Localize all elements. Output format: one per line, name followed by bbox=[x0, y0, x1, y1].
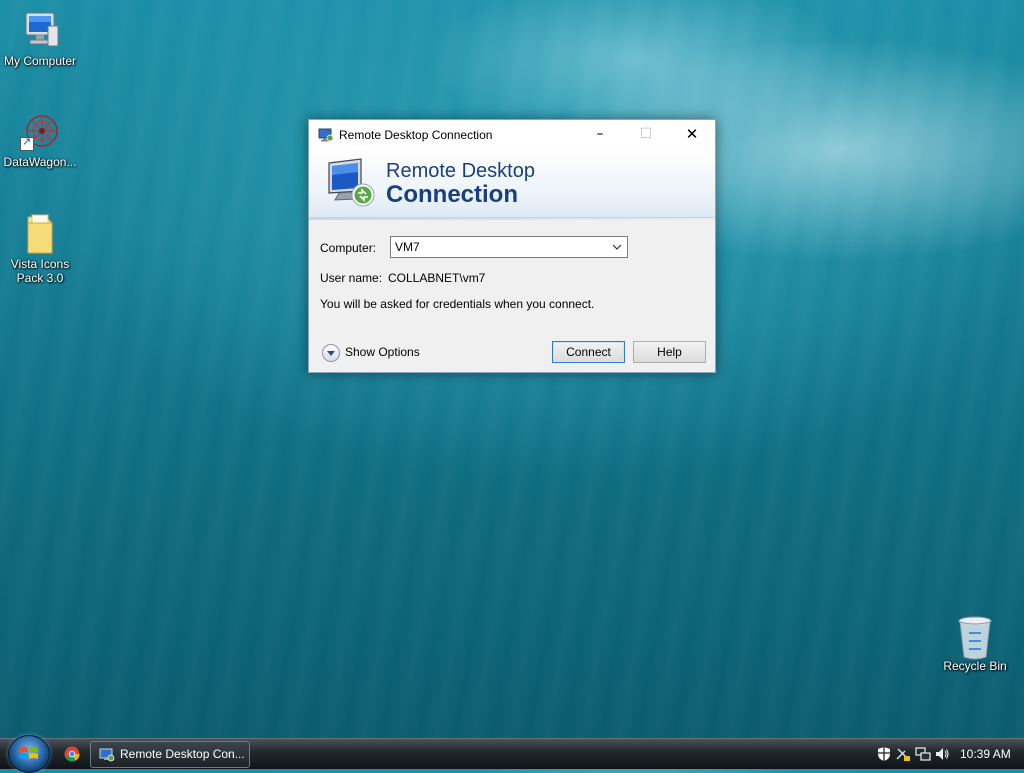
system-tray: 10:39 AM bbox=[868, 739, 1024, 769]
desktop-icon-label: My Computer bbox=[3, 54, 77, 68]
desktop-icon-datawagon[interactable]: DataWagon... bbox=[0, 111, 80, 169]
desktop-icon-recycle-bin[interactable]: Recycle Bin bbox=[935, 615, 1015, 673]
recycle-bin-icon bbox=[955, 615, 995, 660]
computer-label: Computer: bbox=[320, 241, 377, 255]
shortcut-arrow-icon bbox=[20, 135, 34, 151]
maximize-button[interactable]: ☐ bbox=[623, 120, 669, 149]
folder-icon bbox=[20, 213, 60, 254]
close-button[interactable]: ✕ bbox=[669, 120, 715, 149]
connect-button[interactable]: Connect bbox=[552, 341, 625, 363]
taskbar: Remote Desktop Con... 10:39 AM bbox=[0, 735, 1024, 773]
action-center-icon[interactable] bbox=[876, 746, 892, 762]
desktop-icon-label: Recycle Bin bbox=[943, 659, 1007, 673]
username-value: COLLABNET\vm7 bbox=[388, 271, 486, 285]
network-muted-icon[interactable] bbox=[895, 746, 911, 762]
windows-logo-icon bbox=[19, 745, 39, 763]
remote-desktop-icon bbox=[99, 747, 115, 762]
desktop-icon-label: Vista Icons Pack 3.0 bbox=[10, 257, 70, 285]
taskbar-item-remote-desktop[interactable]: Remote Desktop Con... bbox=[90, 741, 250, 768]
desktop-icon-my-computer[interactable]: My Computer bbox=[0, 10, 80, 68]
datawagon-icon bbox=[20, 111, 60, 151]
banner-title-line2: Connection bbox=[386, 181, 518, 208]
network-icon[interactable] bbox=[915, 746, 931, 762]
clock[interactable]: 10:39 AM bbox=[960, 747, 1011, 761]
credentials-info-text: You will be asked for credentials when y… bbox=[320, 297, 595, 311]
title-bar[interactable]: Remote Desktop Connection – ☐ ✕ bbox=[309, 120, 715, 149]
computer-value: VM7 bbox=[395, 240, 420, 254]
computer-combobox[interactable]: VM7 bbox=[390, 236, 628, 258]
desktop-icon-vista-icons-pack[interactable]: Vista Icons Pack 3.0 bbox=[0, 213, 80, 285]
show-options-label: Show Options bbox=[345, 345, 420, 359]
expand-arrow-icon bbox=[322, 344, 340, 362]
chevron-down-icon[interactable] bbox=[610, 239, 624, 253]
volume-icon[interactable] bbox=[934, 746, 950, 762]
taskbar-item-label: Remote Desktop Con... bbox=[120, 747, 245, 761]
dialog-banner: Remote Desktop Connection bbox=[309, 149, 715, 218]
help-button[interactable]: Help bbox=[633, 341, 706, 363]
remote-desktop-icon bbox=[318, 127, 334, 142]
window-title: Remote Desktop Connection bbox=[339, 128, 493, 142]
desktop-icon-label: DataWagon... bbox=[3, 155, 77, 169]
banner-title-line1: Remote Desktop bbox=[386, 160, 535, 182]
remote-desktop-dialog: Remote Desktop Connection – ☐ ✕ Remote D… bbox=[308, 119, 716, 373]
username-label: User name: bbox=[320, 271, 383, 285]
minimize-button[interactable]: – bbox=[577, 120, 623, 149]
chrome-icon[interactable] bbox=[64, 746, 80, 762]
banner-divider bbox=[309, 218, 715, 220]
remote-desktop-monitor-icon bbox=[325, 157, 377, 209]
start-button[interactable] bbox=[8, 735, 50, 773]
computer-icon bbox=[20, 10, 60, 50]
